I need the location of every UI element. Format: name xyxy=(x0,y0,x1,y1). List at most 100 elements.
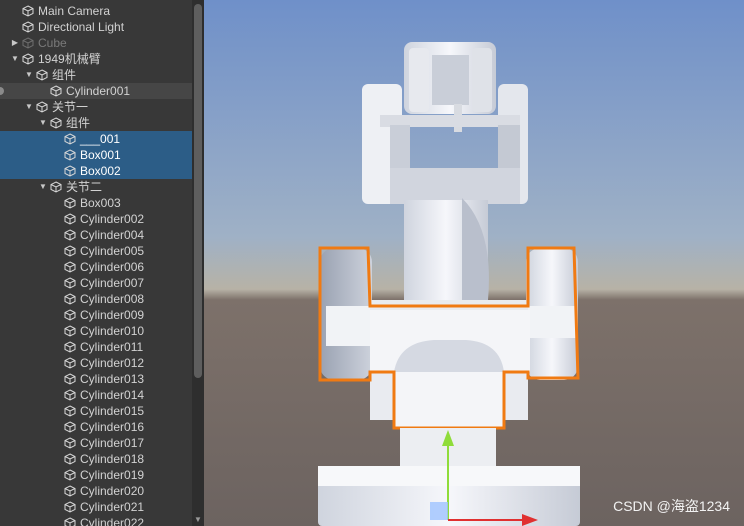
hierarchy-item[interactable]: ▼ 关节二 xyxy=(0,179,192,195)
gameobject-cube-icon xyxy=(50,85,62,97)
gameobject-cube-icon xyxy=(64,389,76,401)
gameobject-cube-icon xyxy=(64,309,76,321)
hierarchy-item[interactable]: Cylinder008 xyxy=(0,291,192,307)
gameobject-cube-icon xyxy=(64,469,76,481)
scroll-down-arrow-icon[interactable]: ▼ xyxy=(194,516,202,524)
hierarchy-item-label: Cylinder010 xyxy=(80,324,145,338)
hierarchy-item[interactable]: Cylinder011 xyxy=(0,339,192,355)
hierarchy-item[interactable]: Cylinder013 xyxy=(0,371,192,387)
gameobject-cube-icon xyxy=(64,325,76,337)
hierarchy-item[interactable]: ___001 xyxy=(0,131,192,147)
foldout-expanded-icon[interactable]: ▼ xyxy=(38,118,48,128)
scene-view[interactable]: CSDN @海盗1234 xyxy=(204,0,744,526)
hierarchy-item[interactable]: ▼ 关节一 xyxy=(0,99,192,115)
hierarchy-item-label: Cylinder004 xyxy=(80,228,145,242)
gameobject-cube-icon xyxy=(64,453,76,465)
hierarchy-scrollbar[interactable]: ▼ xyxy=(192,0,204,526)
robot-arm-neck xyxy=(404,198,489,310)
hierarchy-item[interactable]: Cylinder014 xyxy=(0,387,192,403)
foldout-expanded-icon[interactable]: ▼ xyxy=(38,182,48,192)
gameobject-cube-icon xyxy=(64,229,76,241)
hierarchy-item-label: Cylinder013 xyxy=(80,372,145,386)
hierarchy-item-label: Cylinder011 xyxy=(80,340,144,354)
hierarchy-item-label: Box001 xyxy=(80,148,121,162)
scrollbar-thumb[interactable] xyxy=(194,4,202,378)
hierarchy-item-label: Cylinder022 xyxy=(80,516,145,526)
gameobject-cube-icon xyxy=(36,69,48,81)
gameobject-cube-icon xyxy=(64,261,76,273)
hierarchy-panel[interactable]: Main Camera Directional Light ▶ Cube ▼ 1949机械… xyxy=(0,0,192,526)
gameobject-cube-icon xyxy=(22,21,34,33)
hierarchy-item[interactable]: Box003 xyxy=(0,195,192,211)
hierarchy-item[interactable]: Cylinder012 xyxy=(0,355,192,371)
gameobject-cube-icon xyxy=(22,53,34,65)
hierarchy-item-label: Cylinder002 xyxy=(80,212,145,226)
hierarchy-item[interactable]: Cylinder015 xyxy=(0,403,192,419)
hierarchy-item-label: Cylinder015 xyxy=(80,404,145,418)
hierarchy-item-label: 1949机械臂 xyxy=(38,52,101,66)
gameobject-cube-icon xyxy=(64,341,76,353)
gameobject-cube-icon xyxy=(64,421,76,433)
hierarchy-item[interactable]: Directional Light xyxy=(0,19,192,35)
hierarchy-item[interactable]: Cylinder016 xyxy=(0,419,192,435)
gameobject-cube-icon xyxy=(64,437,76,449)
hierarchy-item-label: Cylinder019 xyxy=(80,468,145,482)
gameobject-cube-icon xyxy=(64,245,76,257)
foldout-expanded-icon[interactable]: ▼ xyxy=(24,70,34,80)
gameobject-cube-icon xyxy=(64,373,76,385)
hierarchy-item[interactable]: Cylinder009 xyxy=(0,307,192,323)
hierarchy-item[interactable]: Cylinder001 xyxy=(0,83,192,99)
gameobject-cube-icon xyxy=(50,181,62,193)
hierarchy-item[interactable]: ▶ Cube xyxy=(0,35,192,51)
hierarchy-item[interactable]: Cylinder004 xyxy=(0,227,192,243)
hierarchy-item[interactable]: Cylinder020 xyxy=(0,483,192,499)
hierarchy-item-label: Cylinder006 xyxy=(80,260,145,274)
foldout-expanded-icon[interactable]: ▼ xyxy=(24,102,34,112)
hierarchy-item[interactable]: Box002 xyxy=(0,163,192,179)
hierarchy-item[interactable]: Cylinder007 xyxy=(0,275,192,291)
hierarchy-item[interactable]: Cylinder006 xyxy=(0,259,192,275)
hierarchy-item[interactable]: Cylinder002 xyxy=(0,211,192,227)
hierarchy-item[interactable]: Box001 xyxy=(0,147,192,163)
gameobject-cube-icon xyxy=(64,357,76,369)
hierarchy-item-label: Box002 xyxy=(80,164,121,178)
hierarchy-item-label: Cylinder018 xyxy=(80,452,145,466)
gameobject-cube-icon xyxy=(64,165,76,177)
hierarchy-item[interactable]: Cylinder005 xyxy=(0,243,192,259)
gameobject-cube-icon xyxy=(22,5,34,17)
gameobject-cube-icon xyxy=(64,133,76,145)
hierarchy-item-label: Cylinder005 xyxy=(80,244,145,258)
hierarchy-item-label: ___001 xyxy=(80,132,121,146)
gameobject-cube-icon xyxy=(64,405,76,417)
hierarchy-item-label: Cylinder001 xyxy=(66,84,131,98)
gameobject-cube-icon xyxy=(64,501,76,513)
foldout-collapsed-icon[interactable]: ▶ xyxy=(10,38,20,48)
hierarchy-item[interactable]: Main Camera xyxy=(0,3,192,19)
gameobject-cube-icon xyxy=(64,213,76,225)
gameobject-cube-icon xyxy=(64,517,76,526)
hierarchy-item-label: Cylinder008 xyxy=(80,292,145,306)
hierarchy-item-label: Cylinder014 xyxy=(80,388,145,402)
hierarchy-item[interactable]: Cylinder017 xyxy=(0,435,192,451)
hierarchy-item[interactable]: Cylinder021 xyxy=(0,499,192,515)
plane-handle xyxy=(430,502,448,520)
gameobject-cube-icon xyxy=(50,117,62,129)
hierarchy-item[interactable]: ▼ 组件 xyxy=(0,115,192,131)
hierarchy-item[interactable]: Cylinder022 xyxy=(0,515,192,526)
hierarchy-item-label: Cylinder017 xyxy=(80,436,145,450)
watermark: CSDN @海盗1234 xyxy=(613,498,730,514)
hierarchy-item[interactable]: Cylinder018 xyxy=(0,451,192,467)
hierarchy-item-label: 组件 xyxy=(66,116,91,130)
gameobject-cube-icon xyxy=(22,37,34,49)
hierarchy-item-label: Cube xyxy=(38,36,67,50)
hierarchy-item[interactable]: ▼ 1949机械臂 xyxy=(0,51,192,67)
hierarchy-item-label: Cylinder009 xyxy=(80,308,145,322)
foldout-expanded-icon[interactable]: ▼ xyxy=(10,54,20,64)
gameobject-cube-icon xyxy=(64,149,76,161)
hierarchy-item-label: Directional Light xyxy=(38,20,125,34)
hierarchy-item-label: 关节二 xyxy=(66,180,103,194)
prefab-dot-icon xyxy=(0,87,4,95)
hierarchy-item[interactable]: Cylinder010 xyxy=(0,323,192,339)
hierarchy-item[interactable]: ▼ 组件 xyxy=(0,67,192,83)
hierarchy-item[interactable]: Cylinder019 xyxy=(0,467,192,483)
